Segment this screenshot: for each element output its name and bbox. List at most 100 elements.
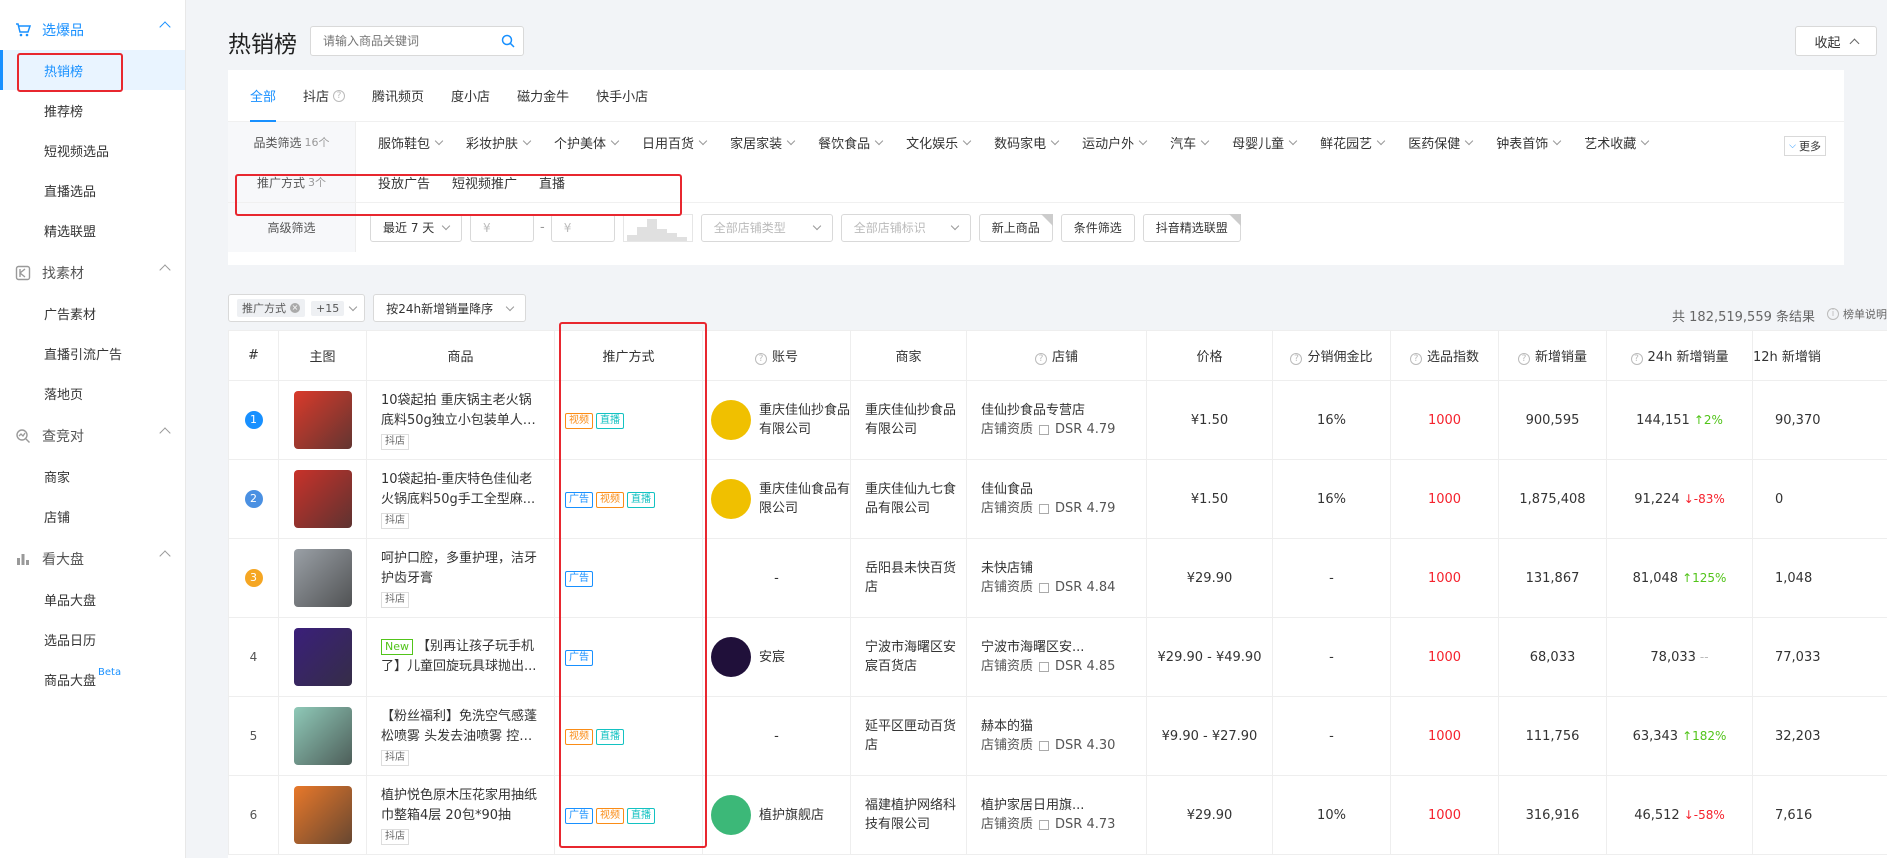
product-image[interactable] — [293, 628, 352, 686]
product-title[interactable]: New 【别再让孩子玩手机了】儿童回旋玩具球抛出... — [381, 637, 542, 677]
sidebar-item-1-1[interactable]: 直播引流广告 — [0, 333, 185, 373]
table-row[interactable]: 4 New 【别再让孩子玩手机了】儿童回旋玩具球抛出... 广告 安宸 宁波市海曙区安宸百… — [228, 617, 1887, 697]
sidebar-item-2-1[interactable]: 店铺 — [0, 496, 185, 536]
table-row[interactable]: 3 呵护口腔，多重护理，洁牙护齿牙膏 抖店 广告 - 岳阳县未快百货店 未快店铺 店铺资质 DS… — [228, 538, 1887, 618]
promo-option[interactable]: 短视频推广 — [452, 173, 517, 192]
product-title[interactable]: 呵护口腔，多重护理，洁牙护齿牙膏 — [381, 549, 542, 589]
column-header[interactable]: 主图 — [278, 330, 367, 381]
sidebar-item-0-2[interactable]: 短视频选品 — [0, 130, 185, 170]
search-box[interactable] — [310, 26, 524, 56]
account-link[interactable]: 安宸 — [703, 637, 850, 677]
promo-option[interactable]: 直播 — [539, 173, 565, 192]
advanced-filter-button[interactable]: 条件筛选 — [1060, 213, 1135, 242]
category-item[interactable]: 运动户外 — [1082, 133, 1148, 152]
column-header[interactable]: 推广方式 — [554, 330, 703, 381]
table-row[interactable]: 6 植护悦色原木压花家用抽纸巾整箱4层 20包*90抽 抖店 广告 视频 直播 植护旗舰店福… — [228, 775, 1887, 855]
sidebar-item-3-0[interactable]: 单品大盘 — [0, 579, 185, 619]
merchant-cell[interactable]: 福建植护网络科技有限公司 — [850, 775, 967, 855]
category-item[interactable]: 服饰鞋包 — [378, 133, 444, 152]
external-link-icon[interactable] — [1039, 424, 1050, 435]
category-item[interactable]: 数码家电 — [994, 133, 1060, 152]
store-name[interactable]: 赫本的猫 — [981, 717, 1146, 736]
merchant-cell[interactable]: 重庆佳仙九七食品有限公司 — [850, 459, 967, 539]
table-row[interactable]: 2 10袋起拍-重庆特色佳仙老火锅底料50g手工全型麻... 抖店 广告 视频 直播 重庆佳… — [228, 459, 1887, 539]
qualification-label[interactable]: 店铺资质 — [981, 815, 1033, 834]
sidebar-item-2-0[interactable]: 商家 — [0, 456, 185, 496]
qualification-label[interactable]: 店铺资质 — [981, 499, 1033, 518]
search-input[interactable] — [311, 27, 491, 55]
category-item[interactable]: 彩妆护肤 — [466, 133, 532, 152]
tab-5[interactable]: 快手小店 — [596, 70, 648, 122]
category-item[interactable]: 日用百货 — [642, 133, 708, 152]
tab-1[interactable]: 抖店? — [303, 70, 346, 122]
sidebar-item-1-0[interactable]: 广告素材 — [0, 293, 185, 333]
merchant-cell[interactable]: 岳阳县未快百货店 — [850, 538, 967, 618]
category-item[interactable]: 汽车 — [1170, 133, 1210, 152]
tab-2[interactable]: 腾讯频页 — [372, 70, 424, 122]
qualification-label[interactable]: 店铺资质 — [981, 420, 1033, 439]
store-name[interactable]: 未快店铺 — [981, 559, 1146, 578]
store-tag-select[interactable]: 全部店铺标识 — [840, 213, 971, 242]
store-name[interactable]: 植护家居日用旗... — [981, 796, 1146, 815]
store-name[interactable]: 佳仙食品 — [981, 480, 1146, 499]
advanced-filter-button[interactable]: 抖音精选联盟 — [1142, 213, 1241, 242]
qualification-label[interactable]: 店铺资质 — [981, 736, 1033, 755]
column-header[interactable]: ? 选品指数 — [1390, 330, 1499, 381]
column-header[interactable]: 商品 — [366, 330, 555, 381]
promo-option[interactable]: 投放广告 — [378, 173, 430, 192]
store-name[interactable]: 佳仙抄食品专营店 — [981, 401, 1146, 420]
price-distribution-histogram[interactable] — [622, 213, 693, 242]
column-header[interactable]: # — [228, 330, 279, 381]
product-title[interactable]: 10袋起拍-重庆特色佳仙老火锅底料50g手工全型麻... — [381, 470, 542, 510]
promo-filter-chip-select[interactable]: 推广方式 × +15 — [228, 294, 366, 322]
column-header[interactable]: ? 店铺 — [966, 330, 1147, 381]
column-header[interactable]: 价格 — [1146, 330, 1273, 381]
category-item[interactable]: 母婴儿童 — [1232, 133, 1298, 152]
rank-note-link[interactable]: i 榜单说明 — [1823, 306, 1887, 322]
sidebar-item-0-0[interactable]: 热销榜 — [0, 50, 185, 90]
tab-0[interactable]: 全部 — [250, 70, 277, 122]
sidebar-item-0-4[interactable]: 精选联盟 — [0, 210, 185, 250]
merchant-cell[interactable]: 重庆佳仙抄食品有限公司 — [850, 380, 967, 460]
column-header[interactable]: ? 新增销量 — [1498, 330, 1607, 381]
category-item[interactable]: 文化娱乐 — [906, 133, 972, 152]
sidebar-group-0[interactable]: 选爆品 — [0, 10, 185, 50]
external-link-icon[interactable] — [1039, 582, 1050, 593]
external-link-icon[interactable] — [1039, 819, 1050, 830]
sidebar-item-3-1[interactable]: 选品日历 — [0, 619, 185, 659]
sort-select[interactable]: 按24h新增销量降序 — [373, 294, 527, 322]
sidebar-group-3[interactable]: 看大盘 — [0, 539, 185, 579]
close-icon[interactable]: × — [290, 303, 300, 313]
product-image[interactable] — [293, 549, 352, 607]
qualification-label[interactable]: 店铺资质 — [981, 578, 1033, 597]
qualification-label[interactable]: 店铺资质 — [981, 657, 1033, 676]
product-image[interactable] — [293, 786, 352, 844]
sidebar-item-0-1[interactable]: 推荐榜 — [0, 90, 185, 130]
category-item[interactable]: 艺术收藏 — [1584, 133, 1650, 152]
search-icon[interactable] — [501, 34, 515, 52]
product-title[interactable]: 植护悦色原木压花家用抽纸巾整箱4层 20包*90抽 — [381, 786, 542, 826]
price-max-input[interactable]: ¥ — [550, 213, 615, 242]
sidebar-group-2[interactable]: 查竞对 — [0, 416, 185, 456]
store-type-select[interactable]: 全部店铺类型 — [700, 213, 833, 242]
category-item[interactable]: 家居家装 — [730, 133, 796, 152]
product-image[interactable] — [293, 470, 352, 528]
category-item[interactable]: 鲜花园艺 — [1320, 133, 1386, 152]
category-item[interactable]: 个护美体 — [554, 133, 620, 152]
sidebar-item-1-2[interactable]: 落地页 — [0, 373, 185, 413]
product-title[interactable]: 【粉丝福利】免洗空气感蓬松喷雾 头发去油喷雾 控油... — [381, 707, 542, 747]
product-image[interactable] — [293, 707, 352, 765]
column-header[interactable]: 12h 新增销 — [1752, 330, 1887, 381]
category-item[interactable]: 钟表首饰 — [1496, 133, 1562, 152]
tab-3[interactable]: 度小店 — [451, 70, 490, 122]
column-header[interactable]: ? 分销佣金比 — [1272, 330, 1391, 381]
tab-4[interactable]: 磁力金牛 — [517, 70, 569, 122]
account-link[interactable]: 重庆佳仙抄食品有限公司 — [703, 400, 850, 440]
column-header[interactable]: ? 24h 新增销量 — [1606, 330, 1753, 381]
price-min-input[interactable]: ¥ — [470, 213, 534, 242]
column-header[interactable]: ? 账号 — [702, 330, 851, 381]
merchant-cell[interactable]: 宁波市海曙区安宸百货店 — [850, 617, 967, 697]
table-row[interactable]: 5 【粉丝福利】免洗空气感蓬松喷雾 头发去油喷雾 控油... 抖店 视频直播 - 延平区匣… — [228, 696, 1887, 776]
sidebar-item-0-3[interactable]: 直播选品 — [0, 170, 185, 210]
collapse-button[interactable]: 收起 — [1795, 26, 1877, 56]
